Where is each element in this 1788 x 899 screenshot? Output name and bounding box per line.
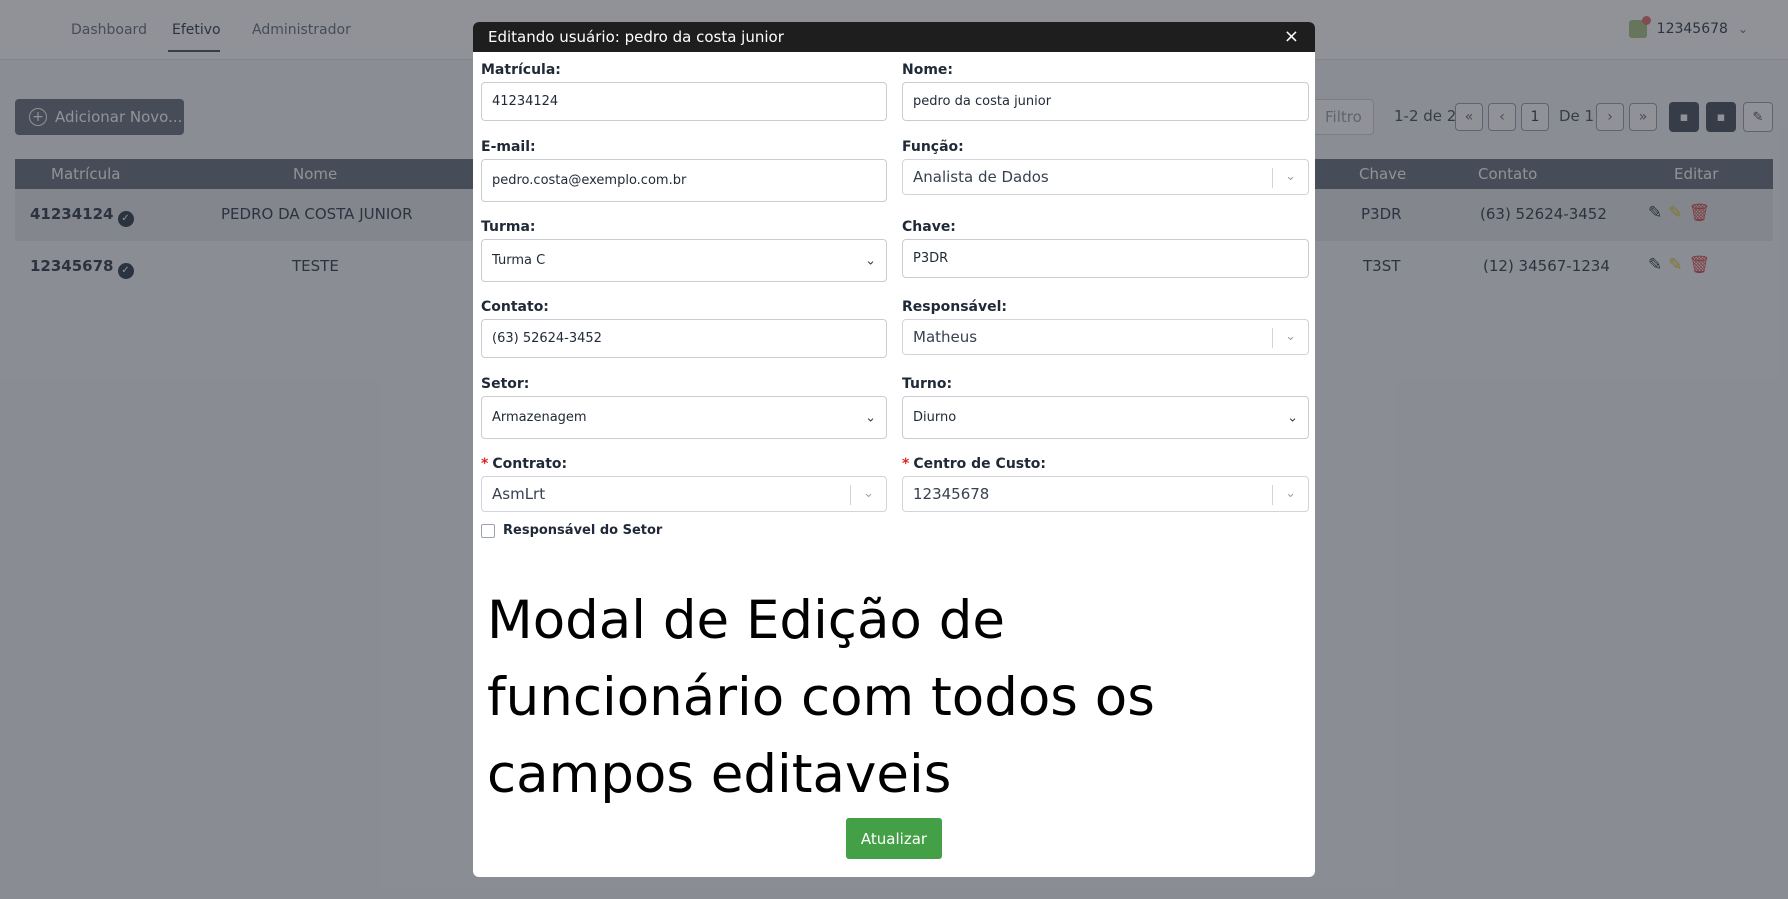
setor-value: Armazenagem <box>492 410 587 425</box>
contrato-value: AsmLrt <box>492 485 546 503</box>
centro-custo-label: * Centro de Custo: <box>902 456 1047 472</box>
chevron-down-icon: ⌄ <box>865 410 876 425</box>
chevron-down-icon: ⌄ <box>1287 410 1298 425</box>
select-separator <box>1272 168 1273 188</box>
select-separator <box>1272 485 1273 505</box>
turno-value: Diurno <box>913 410 957 425</box>
update-button[interactable]: Atualizar <box>846 818 942 859</box>
annotation-caption: Modal de Edição de funcionário com todos… <box>487 590 1155 805</box>
matricula-label: Matrícula: <box>481 62 561 78</box>
contrato-select[interactable]: AsmLrt ⌄ <box>481 476 887 512</box>
chevron-down-icon: ⌄ <box>865 253 876 268</box>
responsavel-value: Matheus <box>913 328 978 346</box>
chevron-down-icon[interactable]: ⌄ <box>1285 329 1296 344</box>
funcao-select[interactable]: Analista de Dados ⌄ <box>902 159 1309 195</box>
close-icon[interactable]: × <box>1284 28 1299 46</box>
centro-custo-select[interactable]: 12345678 ⌄ <box>902 476 1309 512</box>
modal-title: Editando usuário: pedro da costa junior <box>488 28 784 46</box>
setor-select[interactable]: Armazenagem ⌄ <box>481 396 887 439</box>
required-mark: * <box>902 456 910 472</box>
contato-input[interactable]: (63) 52624-3452 <box>481 319 887 358</box>
centro-custo-value: 12345678 <box>913 485 990 503</box>
chevron-down-icon[interactable]: ⌄ <box>1285 486 1296 501</box>
chave-input[interactable]: P3DR <box>902 239 1309 278</box>
responsavel-label: Responsável: <box>902 299 1008 315</box>
modal-header: Editando usuário: pedro da costa junior … <box>473 22 1315 52</box>
email-input[interactable]: pedro.costa@exemplo.com.br <box>481 159 887 202</box>
turma-label: Turma: <box>481 219 536 235</box>
responsavel-select[interactable]: Matheus ⌄ <box>902 319 1309 355</box>
required-mark: * <box>481 456 489 472</box>
nome-label: Nome: <box>902 62 954 78</box>
funcao-value: Analista de Dados <box>913 168 1049 186</box>
responsavel-setor-option[interactable]: Responsável do Setor <box>481 523 662 538</box>
turma-value: Turma C <box>492 253 546 268</box>
select-separator <box>850 485 851 505</box>
responsavel-setor-checkbox[interactable] <box>481 523 495 538</box>
select-separator <box>1272 328 1273 348</box>
contato-label: Contato: <box>481 299 549 315</box>
chevron-down-icon[interactable]: ⌄ <box>1285 169 1296 184</box>
responsavel-setor-label: Responsável do Setor <box>503 523 663 538</box>
email-label: E-mail: <box>481 139 536 155</box>
edit-user-modal: Editando usuário: pedro da costa junior … <box>473 22 1315 877</box>
turno-label: Turno: <box>902 376 953 392</box>
matricula-input[interactable]: 41234124 <box>481 82 887 121</box>
turma-select[interactable]: Turma C ⌄ <box>481 239 887 282</box>
setor-label: Setor: <box>481 376 530 392</box>
turno-select[interactable]: Diurno ⌄ <box>902 396 1309 439</box>
chevron-down-icon[interactable]: ⌄ <box>863 486 874 501</box>
chave-label: Chave: <box>902 219 956 235</box>
nome-input[interactable]: pedro da costa junior <box>902 82 1309 121</box>
contrato-label: * Contrato: <box>481 456 568 472</box>
funcao-label: Função: <box>902 139 964 155</box>
